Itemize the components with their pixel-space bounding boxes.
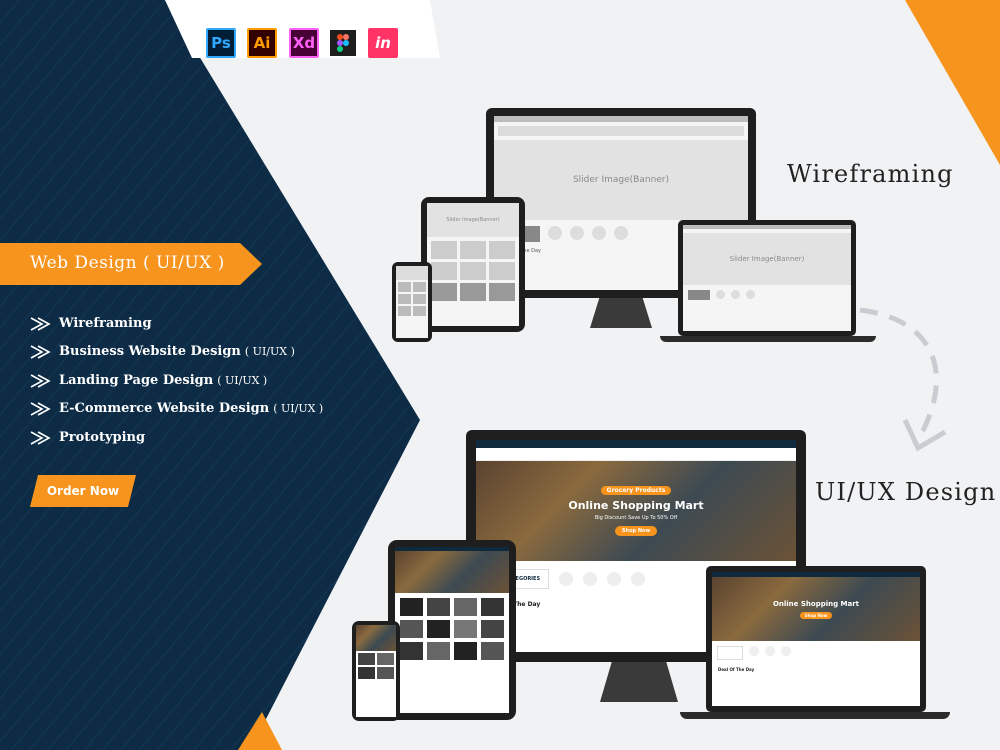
chevron-arrow-icon [30,316,51,331]
uiux-hero: Grocery Products Online Shopping Mart Bi… [476,461,796,561]
invision-icon: in [368,28,398,58]
photoshop-icon: Ps [206,28,236,58]
illustrator-icon: Ai [247,28,277,58]
uiux-design-label: UI/UX Design [815,478,997,506]
chevron-arrow-icon [30,344,51,359]
figma-icon [328,28,358,58]
uiux-tablet [388,540,516,720]
orange-corner-top [905,0,1000,165]
uiux-monitor-stand [600,662,678,702]
laptop-base [660,336,876,342]
uiux-phone [352,621,400,721]
chevron-arrow-icon [30,373,51,388]
uiux-laptop-base [680,712,950,719]
uiux-laptop: Online Shopping Mart Shop Now Deal Of Th… [706,566,926,712]
dashed-arc [859,307,939,447]
wireframe-phone [392,262,432,342]
wireframe-banner: Slider Image(Banner) [494,140,748,220]
order-now-button[interactable]: Order Now [30,475,136,507]
wireframe-tablet: Slider Image(Banner) [421,197,525,332]
service-item: E-Commerce Website Design( UI/UX ) [30,401,323,416]
service-item: Landing Page Design( UI/UX ) [30,373,267,388]
chevron-arrow-icon [30,430,51,445]
service-item: Prototyping [30,430,149,445]
wireframing-label: Wireframing [787,160,954,188]
hero-title: Web Design ( UI/UX ) [30,253,225,273]
chevron-arrow-icon [30,401,51,416]
service-item: Wireframing [30,316,156,331]
xd-icon: Xd [289,28,319,58]
monitor-stand [590,298,652,328]
service-item: Business Website Design( UI/UX ) [30,344,295,359]
wireframe-laptop: Slider Image(Banner) [678,220,856,336]
